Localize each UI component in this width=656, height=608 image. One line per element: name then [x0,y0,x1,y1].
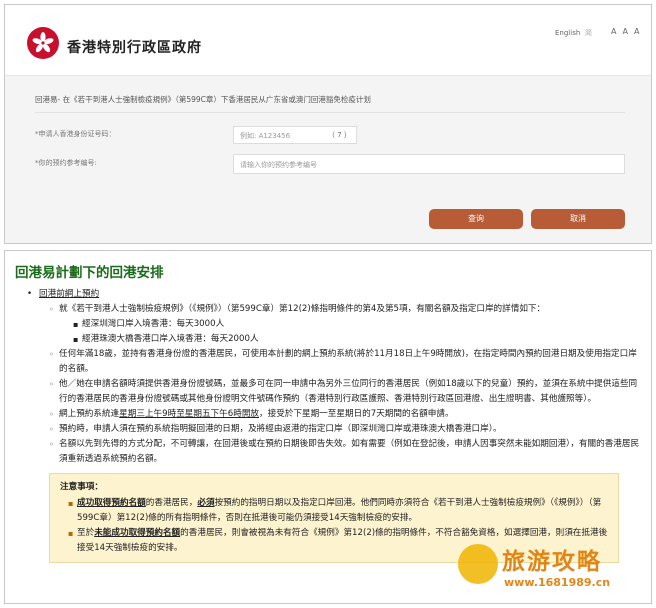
form-body: 回港易- 在《若干到港人士強制檢疫規例》（第599C章）下香港居民从广东省或澳门… [5,76,651,243]
quota-item-shenzhen-bay: 經深圳灣口岸入境香港：每天3000人 [73,317,645,332]
quota-item-hzmb: 經港珠澳大橋香港口岸入境香港：每天2000人 [73,332,645,347]
list-item: 他／她在申請名額時須提供香港身份證號碼，並最多可在同一申請中為另外三位同行的香港… [49,377,645,407]
notice-text: 至於 [77,528,95,538]
list-item-text: 就《若干到港人士強制檢疫規例》（《規例》）（第599C章）第12(2)條指明條件… [59,304,546,314]
font-size-controls: A A A [611,27,639,36]
notice-emphasis: 必須 [197,498,215,508]
system-hours-time: 星期三上午9時至星期五下午6時開放 [119,409,260,419]
government-name: 香港特別行政區政府 [67,40,202,56]
language-switch-english[interactable]: English [555,29,580,37]
form-title-divider [35,112,625,113]
notice-title: 注意事項： [60,482,103,492]
watermark-url: www.1681989.cn [504,576,611,589]
booking-ref-label: *你的预约参考编号: [35,159,97,167]
section-heading-link[interactable]: 回港前網上預約 [39,289,99,299]
site-header: 香港特別行政區政府 English 简 A A A [5,5,651,75]
list-item: 任何年滿18歲，並持有香港身份證的香港居民，可使用本計劃的網上預約系統(將於11… [49,347,645,377]
list-item: 名額以先到先得的方式分配，不可轉讓，在回港後或在預約日期後即告失效。如有需要（例… [49,437,645,467]
watermark-logo-icon [458,544,498,584]
cancel-button[interactable]: 取消 [531,209,625,229]
site-watermark: 旅游攻略 www.1681989.cn [458,534,654,606]
notice-emphasis: 未能成功取得預約名額 [94,528,181,538]
list-item-system-hours: 網上預約系統逢星期三上午9時至星期五下午6時開放，接受於下星期一至星期日的7天期… [49,407,645,422]
info-title: 回港易計劃下的回港安排 [15,265,164,281]
notice-emphasis: 成功取得預約名額 [77,498,146,508]
system-hours-suffix: ，接受於下星期一至星期日的7天期間的名額申請。 [259,409,454,419]
language-switch-simplified[interactable]: 简 [585,28,592,38]
search-button[interactable]: 查询 [429,209,523,229]
booking-ref-input[interactable]: 请输入你的预约参考编号 [233,154,625,174]
notice-item-success: 成功取得預約名額的香港居民，必須按預約的指明日期以及指定口岸回港。他們同時亦須符… [68,496,610,526]
hkid-label: *申请人香港身份证号码： [35,130,116,138]
form-title: 回港易- 在《若干到港人士強制檢疫規例》（第599C章）下香港居民从广东省或澳门… [35,95,371,104]
notice-text: 的香港居民， [145,498,198,508]
booking-query-form-screenshot: 香港特別行政區政府 English 简 A A A 回港易- 在《若干到港人士強… [4,4,652,244]
font-size-large[interactable]: A [634,27,639,36]
hksar-bauhinia-logo-icon [27,27,59,59]
section-online-booking: 回港前網上預約 就《若干到港人士強制檢疫規例》（《規例》）（第599C章）第12… [27,287,645,563]
list-item: 預約時，申請人須在預約系統指明擬回港的日期，及將經由返港的指定口岸（即深圳灣口岸… [49,422,645,437]
font-size-small[interactable]: A [611,27,616,36]
info-content: 回港前網上預約 就《若干到港人士強制檢疫規例》（《規例》）（第599C章）第12… [27,287,645,563]
hkid-check-digit[interactable]: （ 7 ） [328,130,351,140]
watermark-text: 旅游攻略 [502,549,602,575]
system-hours-prefix: 網上預約系統逢 [59,409,120,419]
font-size-medium[interactable]: A [622,27,627,36]
list-item: 就《若干到港人士強制檢疫規例》（《規例》）（第599C章）第12(2)條指明條件… [49,302,645,347]
